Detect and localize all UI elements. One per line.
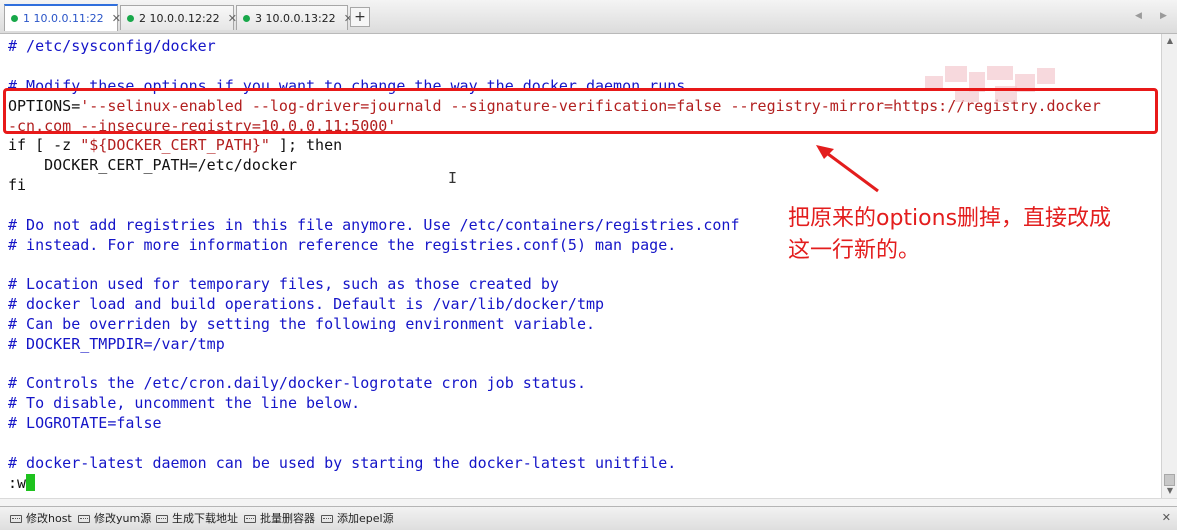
tab-label: 2 10.0.0.12:22 [139,11,220,25]
arrow-icon [816,145,879,193]
command-text: :w [8,474,27,492]
quick-command-button[interactable]: 修改yum源 [78,511,151,527]
terminal-line: # Do not add registries in this file any… [8,216,740,234]
terminal-line: DOCKER_CERT_PATH=/etc/docker [8,156,297,174]
terminal-line: # docker load and build operations. Defa… [8,295,605,313]
vertical-scrollbar[interactable]: ▲ ▼ [1161,34,1177,498]
connected-status-icon [127,14,134,22]
keyboard-icon [10,515,22,523]
connected-status-icon [11,15,18,22]
close-icon[interactable]: ✕ [220,12,237,25]
terminal-line: if [ -z "${DOCKER_CERT_PATH}" ]; then [8,135,342,155]
scroll-down-icon[interactable]: ▼ [1163,484,1177,498]
text-cursor [26,474,36,491]
tab-session-2[interactable]: 2 10.0.0.12:22 ✕ [120,5,237,30]
code-text: if [ -z [8,136,81,154]
annotation-text: 把原来的options删掉，直接改成 这一行新的。 [788,203,1168,267]
horizontal-scrollbar[interactable] [0,498,1177,506]
quick-command-label: 修改yum源 [94,512,152,525]
mouse-ibeam-icon: I [448,169,458,187]
quick-command-label: 添加epel源 [337,512,394,525]
command-line[interactable]: :w [8,473,36,493]
terminal-line: # LOGROTATE=false [8,414,162,432]
close-icon[interactable]: ✕ [104,12,121,25]
terminal-line: # To disable, uncomment the line below. [8,394,361,412]
keyboard-icon [321,515,333,523]
quick-command-bar: 修改host 修改yum源 生成下载地址 批量删容器 添加epel源 ✕ [0,506,1177,530]
code-text: ]; then [269,136,343,154]
terminal-line: # Can be overriden by setting the follow… [8,315,595,333]
tab-session-3[interactable]: 3 10.0.0.13:22 ✕ [236,5,353,30]
tab-label: 1 10.0.0.11:22 [23,12,104,25]
terminal-line: # instead. For more information referenc… [8,236,677,254]
scroll-up-icon[interactable]: ▲ [1163,34,1177,48]
terminal-line: # DOCKER_TMPDIR=/var/tmp [8,335,225,353]
keyboard-icon [156,515,168,523]
annotation-line: 这一行新的。 [788,238,921,263]
annotation-line: 把原来的options删掉，直接改成 [788,206,1112,231]
keyboard-icon [78,515,90,523]
terminal-line: # Location used for temporary files, suc… [8,275,559,293]
terminal-line: # docker-latest daemon can be used by st… [8,454,677,472]
quick-command-label: 批量删容器 [260,512,315,525]
quick-command-button[interactable]: 生成下载地址 [156,511,238,527]
close-icon[interactable]: ✕ [1162,511,1171,524]
blurred-watermark [925,66,1055,112]
tab-label: 3 10.0.0.13:22 [255,11,336,25]
quick-command-button[interactable]: 修改host [10,511,72,527]
terminal-line: # /etc/sysconfig/docker [8,37,216,55]
terminal-line: -cn.com --insecure-registry=10.0.0.11:50… [8,117,397,135]
code-string: "${DOCKER_CERT_PATH}" [80,136,270,154]
add-tab-button[interactable]: + [350,7,370,27]
terminal-line: fi [8,176,27,194]
tab-scroll-right-icon[interactable]: ▶ [1160,11,1167,21]
terminal-line: # Modify these options if you want to ch… [8,77,686,95]
tab-scroll-left-icon[interactable]: ◀ [1135,11,1142,21]
connected-status-icon [243,14,250,22]
quick-command-button[interactable]: 添加epel源 [321,511,394,527]
quick-command-label: 生成下载地址 [172,512,238,525]
keyboard-icon [244,515,256,523]
quick-command-button[interactable]: 批量删容器 [244,511,315,527]
quick-command-label: 修改host [26,512,72,525]
tab-session-1[interactable]: 1 10.0.0.11:22 ✕ [4,4,121,31]
terminal-line: # Controls the /etc/cron.daily/docker-lo… [8,374,586,392]
tab-bar: 1 10.0.0.11:22 ✕ 2 10.0.0.12:22 ✕ 3 10.0… [0,0,1177,34]
options-key: OPTIONS= [8,97,81,115]
